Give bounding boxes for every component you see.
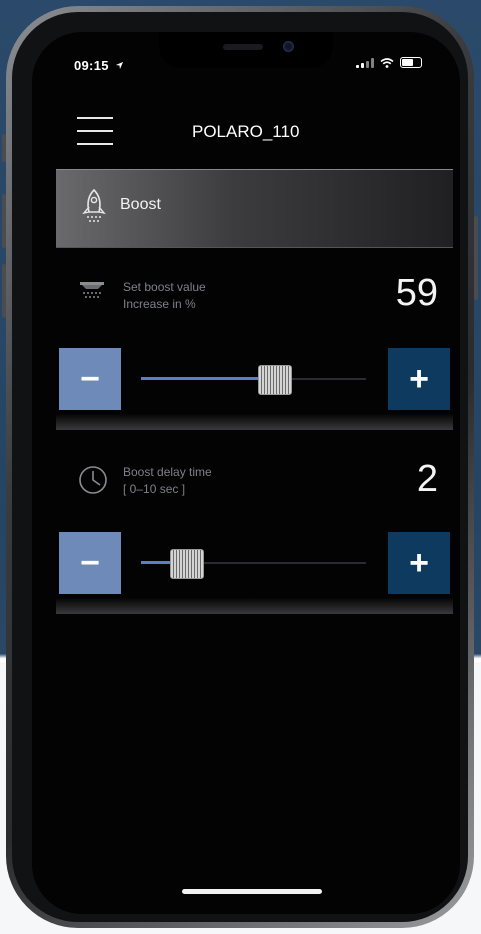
boost-value-divider [56, 414, 453, 430]
phone-bezel: 09:15 POLARO_110 Boost Set boost value I… [12, 12, 468, 922]
volume-up-button [2, 194, 6, 248]
status-time: 09:15 [74, 58, 124, 73]
signal-icon [356, 57, 374, 68]
boost-tab-label: Boost [120, 196, 161, 213]
boost-delay-label-line1: Boost delay time [123, 465, 212, 479]
power-button [474, 216, 478, 300]
boost-delay-readout: 2 [416, 458, 438, 500]
boost-tab[interactable]: Boost [56, 169, 453, 248]
boost-delay-increase-button[interactable]: + [388, 532, 450, 594]
home-indicator[interactable] [182, 889, 322, 894]
device-title: POLARO_110 [192, 122, 300, 141]
boost-value-slider-fill [141, 377, 274, 380]
silent-switch [2, 134, 6, 162]
boost-value-label-line2: Increase in % [123, 297, 196, 311]
boost-delay-slider-thumb[interactable] [170, 549, 204, 579]
boost-value-readout: 59 [395, 272, 438, 314]
location-arrow-icon [115, 61, 123, 70]
menu-icon[interactable] [77, 117, 113, 145]
minus-icon: − [80, 359, 100, 398]
app-screen: 09:15 POLARO_110 Boost Set boost value I… [32, 32, 460, 914]
notch [159, 32, 333, 68]
boost-delay-label-line2: [ 0–10 sec ] [123, 482, 186, 496]
status-indicators [356, 57, 422, 68]
speaker-grille [223, 44, 263, 50]
plus-icon: + [409, 359, 429, 398]
boost-delay-decrease-button[interactable]: − [59, 532, 121, 594]
boost-value-decrease-button[interactable]: − [59, 348, 121, 410]
boost-value-label-line1: Set boost value [123, 280, 206, 294]
battery-icon [400, 57, 422, 68]
boost-value-label: Set boost value Increase in % [123, 279, 206, 313]
clock-icon [79, 466, 107, 494]
minus-icon: − [80, 543, 100, 582]
boost-delay-label: Boost delay time [ 0–10 sec ] [123, 464, 212, 498]
phone-frame: 09:15 POLARO_110 Boost Set boost value I… [2, 6, 478, 928]
wifi-icon [380, 57, 394, 68]
boost-value-increase-button[interactable]: + [388, 348, 450, 410]
boost-value-slider-thumb[interactable] [257, 365, 292, 395]
plus-icon: + [409, 543, 429, 582]
boost-delay-divider [56, 598, 453, 614]
volume-down-button [2, 264, 6, 318]
front-camera-icon [283, 41, 294, 52]
rocket-icon [82, 188, 106, 222]
shower-head-icon [80, 282, 104, 298]
